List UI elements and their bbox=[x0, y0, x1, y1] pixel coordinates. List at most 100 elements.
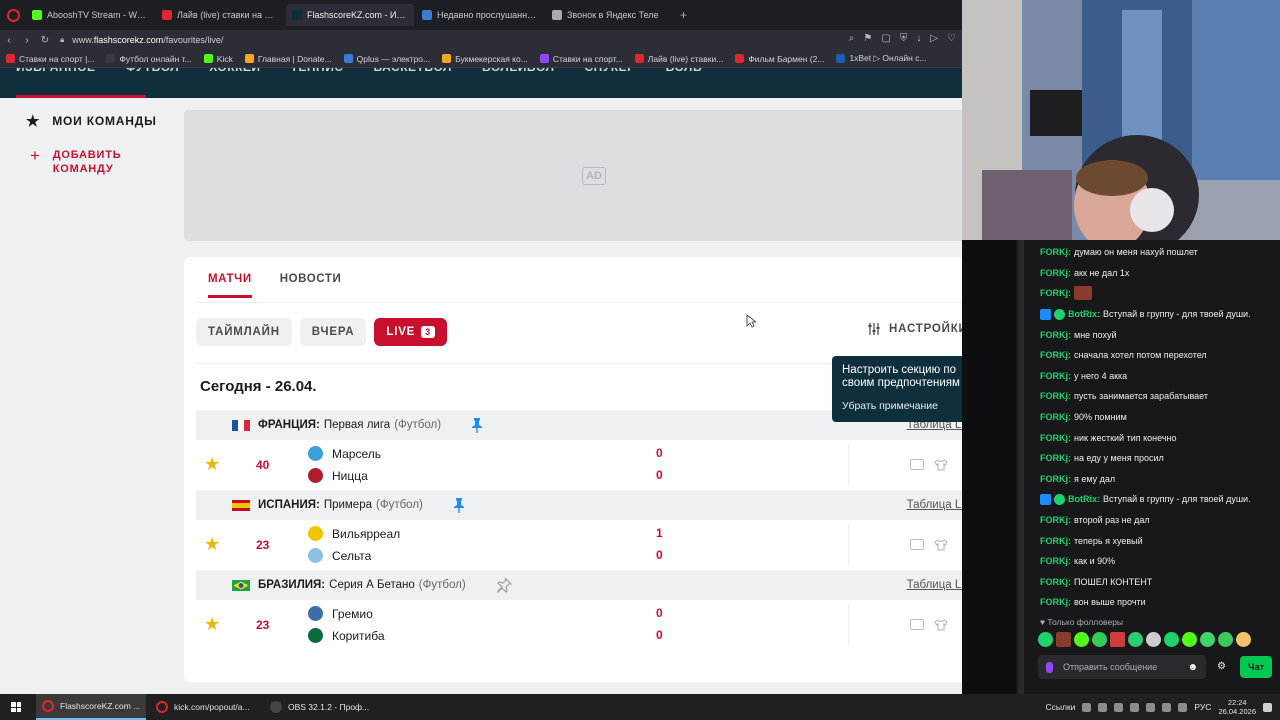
bookmark-item[interactable]: Ставки на спорт |... bbox=[6, 54, 94, 64]
sport-nav-item[interactable]: ТЕННИС bbox=[291, 68, 344, 74]
league-name[interactable]: Примера bbox=[324, 499, 372, 511]
favorite-star-icon[interactable]: ★ bbox=[204, 614, 220, 635]
language-indicator[interactable]: РУС bbox=[1194, 702, 1211, 712]
sport-nav-item[interactable]: ФУТБОЛ bbox=[126, 68, 180, 74]
filter-yesterday-button[interactable]: ВЧЕРА bbox=[299, 318, 367, 346]
sport-nav-item[interactable]: БАСКЕТБОЛ bbox=[374, 68, 452, 74]
sport-nav-item[interactable]: ХОККЕЙ bbox=[209, 68, 260, 74]
emote-icon[interactable] bbox=[1110, 632, 1125, 647]
emote-icon[interactable] bbox=[1146, 632, 1161, 647]
tray-app-icon[interactable] bbox=[1130, 702, 1140, 712]
taskbar-app[interactable]: OBS 32.1.2 - Проф... bbox=[264, 694, 374, 720]
opera-menu-button[interactable] bbox=[0, 0, 26, 30]
chat-username[interactable]: FORKj: bbox=[1040, 371, 1071, 381]
emote-icon[interactable] bbox=[1056, 632, 1071, 647]
microphone-icon[interactable] bbox=[1046, 661, 1053, 673]
chat-username[interactable]: FORKj: bbox=[1040, 247, 1071, 257]
bookmark-page-icon[interactable]: ⚑ bbox=[863, 33, 872, 44]
emote-icon[interactable] bbox=[1128, 632, 1143, 647]
lineup-shirt-icon[interactable] bbox=[934, 538, 948, 551]
volume-icon[interactable] bbox=[1178, 702, 1188, 712]
emote-icon[interactable] bbox=[1164, 632, 1179, 647]
league-country[interactable]: ФРАНЦИЯ: bbox=[258, 419, 320, 431]
lineup-shirt-icon[interactable] bbox=[934, 618, 948, 631]
favorite-star-icon[interactable]: ★ bbox=[204, 454, 220, 475]
chat-username[interactable]: FORKj: bbox=[1040, 350, 1071, 360]
browser-tab[interactable]: Лайв (live) ставки на Бас bbox=[156, 4, 284, 26]
emote-icon[interactable] bbox=[1074, 632, 1089, 647]
league-name[interactable]: Первая лига bbox=[324, 419, 390, 431]
chat-username[interactable]: FORKj: bbox=[1040, 453, 1071, 463]
sport-nav-item[interactable]: ВОЛЬ bbox=[666, 68, 702, 74]
league-name[interactable]: Серия А Бетано bbox=[329, 579, 415, 591]
reload-icon[interactable]: ↻ bbox=[36, 35, 54, 46]
bookmark-item[interactable]: Ставки на спорт... bbox=[539, 54, 623, 64]
league-country[interactable]: БРАЗИЛИЯ: bbox=[258, 579, 325, 591]
chat-username[interactable]: BotRix: bbox=[1068, 309, 1100, 319]
chat-username[interactable]: FORKj: bbox=[1040, 515, 1071, 525]
tv-icon[interactable] bbox=[910, 539, 924, 550]
pin-icon[interactable] bbox=[471, 417, 483, 433]
browser-tab[interactable]: AbooshTV Stream - Watch bbox=[26, 4, 154, 26]
chat-username[interactable]: FORKj: bbox=[1040, 474, 1071, 484]
vpn-icon[interactable]: ⛨ bbox=[900, 33, 908, 44]
dismiss-tooltip-link[interactable]: Убрать примечание bbox=[842, 400, 982, 412]
download-icon[interactable]: ↓ bbox=[916, 33, 921, 44]
emote-icon[interactable] bbox=[1038, 632, 1053, 647]
bookmark-item[interactable]: Kick bbox=[203, 54, 233, 64]
new-tab-button[interactable]: + bbox=[680, 8, 687, 22]
bookmark-item[interactable]: Qplus — электро... bbox=[343, 54, 430, 64]
tray-app-icon[interactable] bbox=[1162, 702, 1172, 712]
taskbar-app[interactable]: kick.com/popout/a... bbox=[150, 694, 260, 720]
lineup-shirt-icon[interactable] bbox=[934, 458, 948, 471]
emoji-icon[interactable]: ☻ bbox=[1187, 662, 1198, 673]
back-icon[interactable]: ‹ bbox=[0, 35, 18, 46]
tray-app-icon[interactable] bbox=[1098, 702, 1108, 712]
chat-username[interactable]: FORKj: bbox=[1040, 412, 1071, 422]
bookmark-item[interactable]: Фильм Бармен (2... bbox=[735, 54, 824, 64]
my-teams-header[interactable]: ★ МОИ КОМАНДЫ bbox=[26, 112, 157, 130]
chat-username[interactable]: FORKj: bbox=[1040, 330, 1071, 340]
favorite-star-icon[interactable]: ★ bbox=[204, 534, 220, 555]
tray-app-icon[interactable] bbox=[1082, 702, 1092, 712]
taskbar-app[interactable]: FlashscoreKZ.com ... bbox=[36, 694, 146, 720]
chat-settings-gear-icon[interactable]: ⚙ bbox=[1217, 661, 1226, 672]
bookmark-item[interactable]: Лайв (live) ставки... bbox=[634, 54, 723, 64]
chat-username[interactable]: FORKj: bbox=[1040, 597, 1071, 607]
chat-scrollbar[interactable] bbox=[1018, 240, 1024, 694]
chat-message-input[interactable]: Отправить сообщение ☻ bbox=[1038, 655, 1206, 679]
emote-icon[interactable] bbox=[1218, 632, 1233, 647]
player-icon[interactable]: ▷ bbox=[930, 33, 938, 44]
tab-news[interactable]: НОВОСТИ bbox=[280, 273, 342, 298]
tv-icon[interactable] bbox=[910, 459, 924, 470]
chat-username[interactable]: FORKj: bbox=[1040, 268, 1071, 278]
bookmark-item[interactable]: Букмекерская ко... bbox=[442, 54, 528, 64]
add-team-button[interactable]: + ДОБАВИТЬ КОМАНДУ bbox=[30, 147, 129, 176]
bookmark-item[interactable]: 1xBet ▷ Онлайн с... bbox=[836, 53, 927, 64]
tab-matches[interactable]: МАТЧИ bbox=[208, 273, 252, 298]
emote-icon[interactable] bbox=[1236, 632, 1251, 647]
tray-app-icon[interactable] bbox=[1114, 702, 1124, 712]
match-row[interactable]: ★23Гремио0Коритиба0BET bbox=[196, 600, 992, 650]
sport-nav-item[interactable]: ВОЛЕЙБОЛ bbox=[482, 68, 555, 74]
clock[interactable]: 22:24 26.04.2026 bbox=[1218, 698, 1256, 716]
filter-live-button[interactable]: LIVE 3 bbox=[374, 318, 447, 346]
chat-username[interactable]: FORKj: bbox=[1040, 288, 1071, 298]
chat-send-button[interactable]: Чат bbox=[1240, 656, 1272, 678]
chat-username[interactable]: BotRix: bbox=[1068, 494, 1100, 504]
emote-icon[interactable] bbox=[1182, 632, 1197, 647]
sport-nav-item[interactable]: СНУКЕР bbox=[585, 68, 636, 74]
browser-tab[interactable]: Недавно прослушанные bbox=[416, 4, 544, 26]
emote-icon[interactable] bbox=[1200, 632, 1215, 647]
windows-start-icon[interactable] bbox=[0, 694, 32, 720]
chat-username[interactable]: FORKj: bbox=[1040, 536, 1071, 546]
url-field[interactable]: 🔒︎ www. flashscorekz.com/favourites/live/ bbox=[60, 35, 223, 45]
chat-username[interactable]: FORKj: bbox=[1040, 433, 1071, 443]
match-row[interactable]: ★23Вильярреал1Сельта0BET bbox=[196, 520, 992, 570]
browser-tab[interactable]: Звонок в Яндекс Теле bbox=[546, 4, 674, 26]
favorite-icon[interactable]: ♡ bbox=[947, 33, 956, 44]
chat-username[interactable]: FORKj: bbox=[1040, 391, 1071, 401]
pin-icon[interactable] bbox=[453, 497, 465, 513]
sport-nav-item[interactable]: ИЗБРАННОЕ bbox=[16, 68, 96, 74]
pin-icon[interactable] bbox=[496, 577, 512, 594]
